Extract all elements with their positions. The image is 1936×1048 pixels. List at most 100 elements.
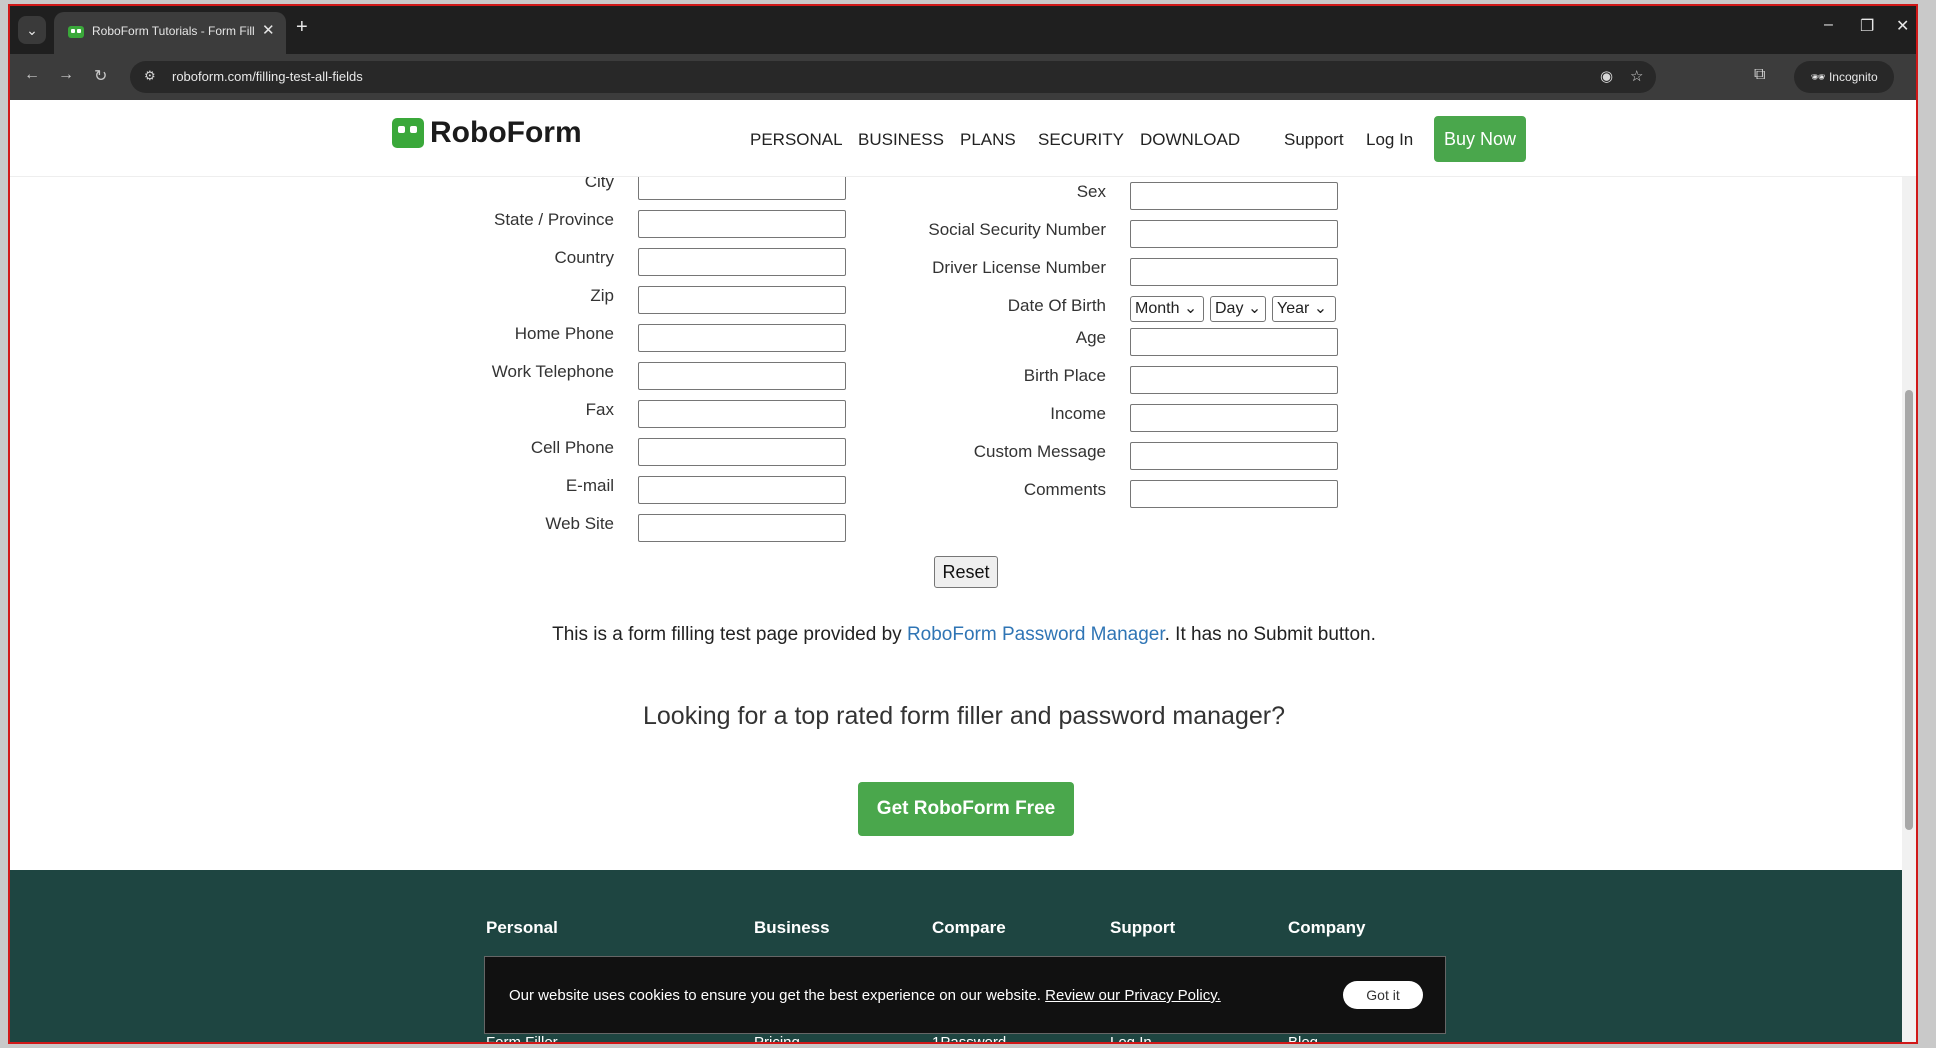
field-driver-license: Driver License Number (810, 252, 1106, 282)
sex-input[interactable] (1130, 182, 1338, 210)
web-site-input[interactable] (638, 514, 846, 542)
field-label: Custom Message (973, 442, 1106, 461)
dob-year-select[interactable]: Year ⌄ (1272, 296, 1336, 322)
field-label: Home Phone (514, 324, 614, 343)
buy-now-button[interactable]: Buy Now (1434, 116, 1526, 162)
nav-login[interactable]: Log In (1366, 130, 1413, 150)
nav-personal[interactable]: PERSONAL (750, 130, 843, 150)
roboform-favicon-icon (68, 26, 84, 38)
privacy-policy-link[interactable]: Review our Privacy Policy. (1045, 987, 1221, 1004)
ssn-input[interactable] (1130, 220, 1338, 248)
got-it-button[interactable]: Got it (1343, 981, 1423, 1009)
field-custom-message: Custom Message (810, 436, 1106, 466)
logo-text: RoboForm (430, 116, 582, 149)
field-comments: Comments (810, 474, 1106, 504)
field-age: Age (810, 322, 1106, 352)
new-tab-icon[interactable]: + (296, 16, 308, 39)
field-sex: Sex (810, 176, 1106, 206)
field-label: Income (1050, 404, 1106, 423)
get-roboform-free-button[interactable]: Get RoboForm Free (858, 782, 1074, 836)
site-info-icon[interactable]: ⚙ (144, 68, 156, 84)
footer-col-business: Business (754, 918, 830, 937)
dob-day-select[interactable]: Day ⌄ (1210, 296, 1266, 322)
nav-business[interactable]: BUSINESS (858, 130, 944, 150)
field-cell-phone: Cell Phone (310, 432, 614, 462)
nav-download[interactable]: DOWNLOAD (1140, 130, 1240, 150)
footer-link[interactable]: Blog (1288, 1034, 1318, 1042)
field-date-of-birth: Date Of Birth (810, 290, 1106, 320)
field-label: Birth Place (1023, 366, 1106, 385)
site-header: RoboForm PERSONAL BUSINESS PLANS SECURIT… (10, 100, 1916, 177)
footer-col-support: Support (1110, 918, 1176, 937)
address-bar[interactable]: ⚙ roboform.com/filling-test-all-fields ◉… (130, 61, 1656, 93)
field-label: Comments (1023, 480, 1106, 499)
incognito-label: Incognito (1828, 70, 1878, 84)
logo[interactable]: RoboForm (392, 116, 582, 150)
birth-place-input[interactable] (1130, 366, 1338, 394)
driver-license-input[interactable] (1130, 258, 1338, 286)
field-label: Cell Phone (530, 438, 614, 457)
field-label: Social Security Number (928, 220, 1106, 239)
tab-title: RoboForm Tutorials - Form Fille (92, 24, 254, 38)
nav-security[interactable]: SECURITY (1038, 130, 1124, 150)
cookie-message: Our website uses cookies to ensure you g… (509, 987, 1046, 1004)
test-page-note: This is a form filling test page provide… (10, 624, 1916, 646)
forward-icon[interactable]: → (58, 66, 74, 84)
extensions-icon[interactable]: ⧉ (1754, 66, 1765, 84)
field-label: Fax (585, 400, 614, 419)
footer-link[interactable]: 1Password (932, 1034, 1006, 1042)
tab-strip: ⌄ RoboForm Tutorials - Form Fille ✕ + – … (10, 6, 1916, 54)
field-zip: Zip (310, 280, 614, 310)
field-label: E-mail (565, 476, 614, 495)
tab-search-icon[interactable]: ⌄ (18, 16, 46, 44)
footer-col-personal: Personal (486, 918, 558, 937)
restore-icon[interactable]: ❐ (1860, 16, 1874, 36)
web-page: RoboForm PERSONAL BUSINESS PLANS SECURIT… (10, 100, 1916, 1042)
field-birth-place: Birth Place (810, 360, 1106, 390)
scroll-thumb[interactable] (1905, 390, 1913, 830)
select-value: Day (1215, 300, 1244, 317)
field-work-telephone: Work Telephone (310, 356, 614, 386)
field-label: Work Telephone (491, 362, 614, 381)
field-fax: Fax (310, 394, 614, 424)
reset-button[interactable]: Reset (934, 556, 998, 588)
field-ssn: Social Security Number (810, 214, 1106, 244)
footer-link[interactable]: Pricing (754, 1034, 800, 1042)
nav-plans[interactable]: PLANS (960, 130, 1016, 150)
page-scrollbar[interactable] (1902, 100, 1916, 1042)
browser-tab[interactable]: RoboForm Tutorials - Form Fille ✕ (54, 12, 286, 54)
incognito-badge[interactable]: 🕶 Incognito (1794, 61, 1894, 93)
reload-icon[interactable]: ↻ (94, 66, 107, 86)
bookmark-star-icon[interactable]: ☆ (1630, 67, 1643, 85)
eye-off-icon[interactable]: ◉ (1600, 67, 1613, 85)
back-icon[interactable]: ← (24, 66, 40, 84)
note-text-end: . It has no Submit button. (1164, 624, 1376, 645)
url-text[interactable]: roboform.com/filling-test-all-fields (172, 69, 363, 84)
dob-month-select[interactable]: Month ⌄ (1130, 296, 1204, 322)
field-home-phone: Home Phone (310, 318, 614, 348)
roboform-link[interactable]: RoboForm Password Manager (907, 624, 1165, 645)
field-label: Driver License Number (932, 258, 1106, 277)
footer-link[interactable]: Log In (1110, 1034, 1152, 1042)
note-text: This is a form filling test page provide… (552, 624, 907, 645)
field-label: Country (554, 248, 614, 267)
browser-toolbar: ← → ↻ ⚙ roboform.com/filling-test-all-fi… (10, 54, 1916, 100)
select-value: Month (1135, 300, 1180, 317)
custom-message-input[interactable] (1130, 442, 1338, 470)
field-label: Zip (590, 286, 614, 305)
close-window-icon[interactable]: ✕ (1896, 16, 1909, 36)
menu-icon[interactable]: ⋮ (1910, 66, 1916, 86)
close-tab-icon[interactable]: ✕ (262, 21, 275, 39)
income-input[interactable] (1130, 404, 1338, 432)
age-input[interactable] (1130, 328, 1338, 356)
field-state: State / Province (310, 204, 614, 234)
roboform-logo-icon (392, 118, 424, 148)
minimize-icon[interactable]: – (1824, 16, 1833, 34)
field-income: Income (810, 398, 1106, 428)
footer-link[interactable]: Form Filler (486, 1034, 558, 1042)
select-value: Year (1277, 300, 1310, 317)
nav-support[interactable]: Support (1284, 130, 1344, 150)
footer-col-company: Company (1288, 918, 1366, 937)
comments-input[interactable] (1130, 480, 1338, 508)
incognito-icon: 🕶 (1810, 70, 1829, 84)
